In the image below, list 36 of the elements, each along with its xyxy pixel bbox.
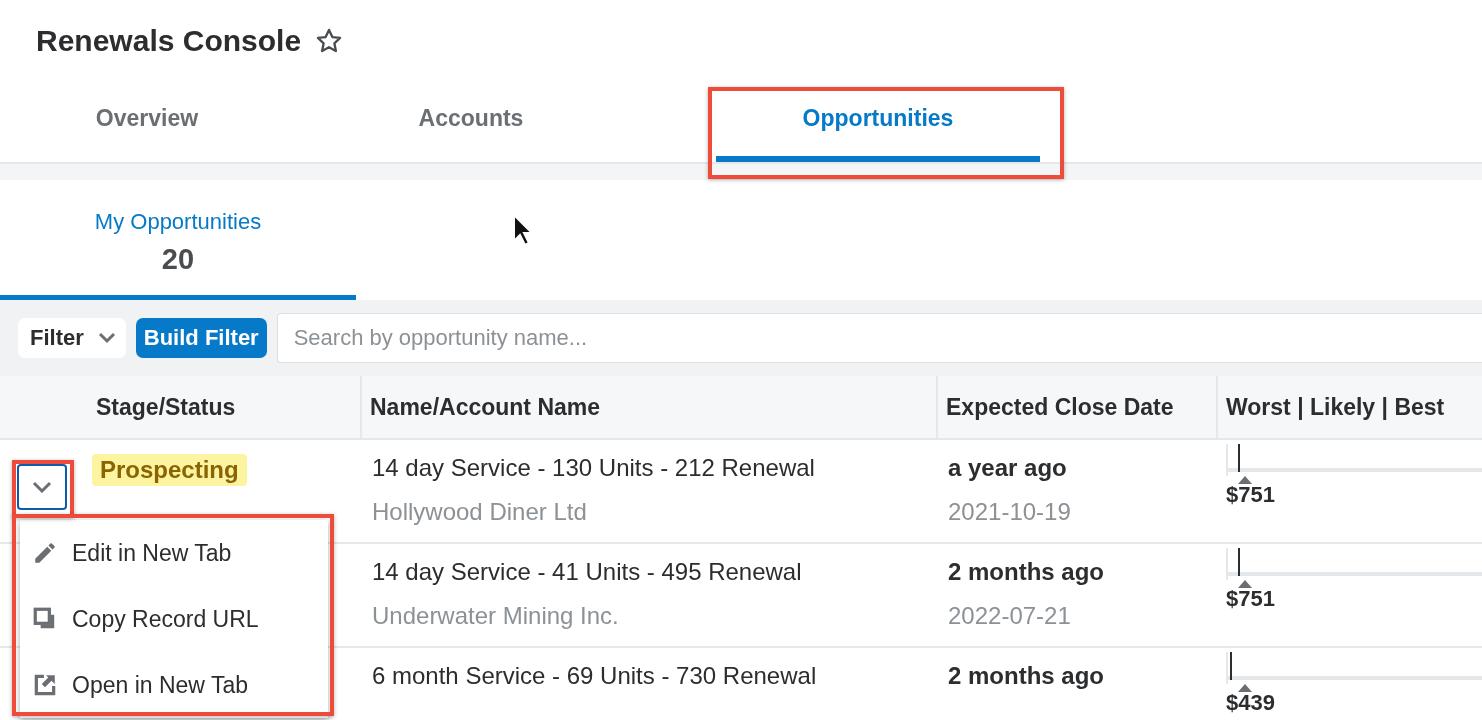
amount-value: $751 xyxy=(1226,484,1276,506)
opportunity-name[interactable]: 6 month Service - 69 Units - 730 Renewal xyxy=(372,662,926,690)
amount-value: $751 xyxy=(1226,588,1276,610)
menu-item[interactable]: Copy Record URL xyxy=(20,586,328,652)
search-field[interactable]: Search by opportunity name... xyxy=(276,313,1482,363)
column-header[interactable]: Worst | Likely | Best xyxy=(1216,376,1482,440)
build-filter-button[interactable]: Build Filter xyxy=(135,318,267,358)
opportunity-name[interactable]: 14 day Service - 130 Units - 212 Renewal xyxy=(372,454,926,482)
page-title: Renewals Console xyxy=(36,24,302,58)
close-date-relative: a year ago xyxy=(948,454,1068,482)
amount-value: $439 xyxy=(1226,692,1276,714)
star-icon[interactable] xyxy=(315,27,344,55)
close-date: 2022-07-21 xyxy=(948,602,1072,630)
column-header[interactable]: Expected Close Date xyxy=(936,376,1216,440)
tab[interactable]: Accounts xyxy=(400,80,542,162)
opportunity-name[interactable]: 14 day Service - 41 Units - 495 Renewal xyxy=(372,558,926,586)
caret-up-icon xyxy=(1238,684,1252,692)
chevron-down-icon xyxy=(32,481,52,493)
stage-badge: Prospecting xyxy=(92,454,247,486)
filter-dropdown[interactable]: Filter xyxy=(18,318,126,358)
list-tab-label: My Opportunities xyxy=(94,209,262,235)
close-date: 2021-10-19 xyxy=(948,498,1072,526)
menu-item[interactable]: Open in New Tab xyxy=(20,652,328,718)
caret-up-icon xyxy=(1238,580,1252,588)
column-header[interactable]: Stage/Status xyxy=(80,376,360,440)
close-date-relative: 2 months ago xyxy=(948,558,1105,586)
menu-item[interactable]: Edit in New Tab xyxy=(20,520,328,586)
pencil-icon xyxy=(32,540,58,566)
row-actions-button[interactable] xyxy=(17,464,67,510)
caret-up-icon xyxy=(1238,476,1252,484)
column-header[interactable]: Name/Account Name xyxy=(360,376,936,440)
close-date-relative: 2 months ago xyxy=(948,662,1105,690)
tab[interactable]: Overview xyxy=(76,80,218,162)
chevron-down-icon xyxy=(97,332,116,344)
record-count: 20 xyxy=(161,243,195,276)
external-link-icon xyxy=(32,672,58,698)
